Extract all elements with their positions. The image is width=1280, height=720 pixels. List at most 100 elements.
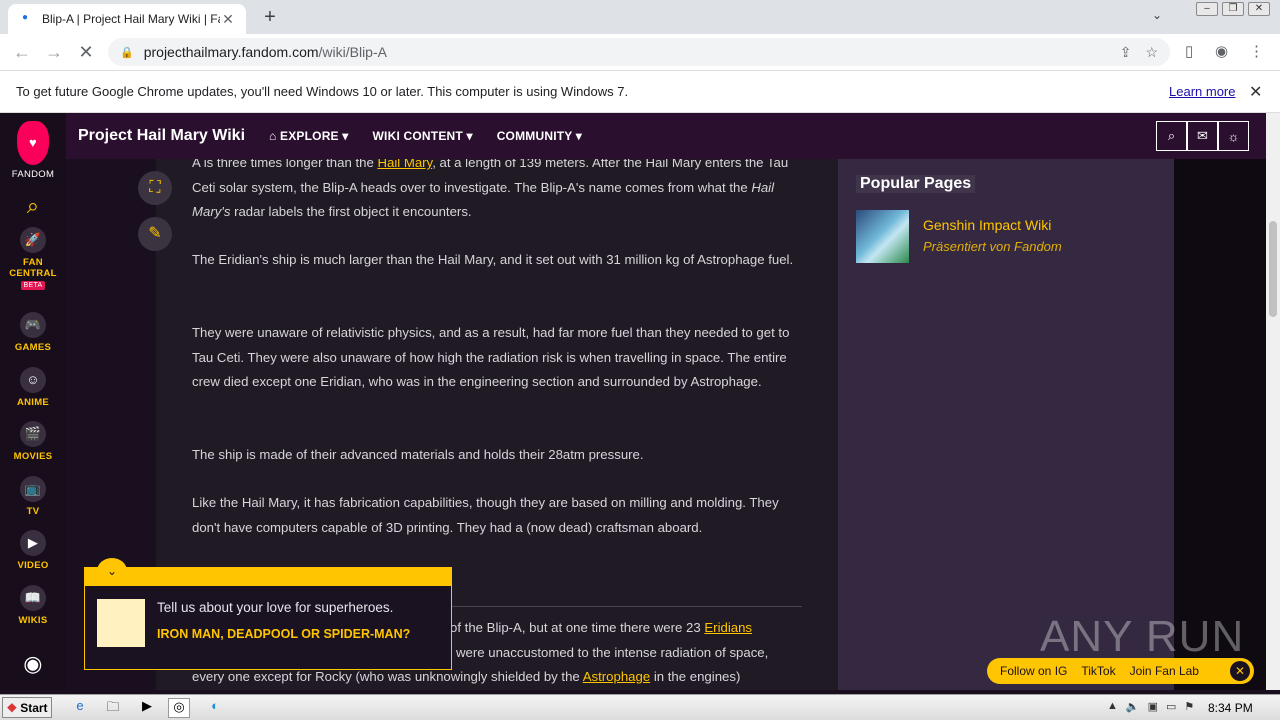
page-gutter xyxy=(1174,159,1266,690)
minimize-button[interactable]: – xyxy=(1196,2,1218,16)
edit-pencil-icon[interactable]: ✎ xyxy=(138,217,172,251)
ie-icon[interactable]: e xyxy=(69,698,91,718)
anime-face-icon: ☺ xyxy=(20,367,46,393)
eridians-link[interactable]: Eridians xyxy=(704,620,752,635)
wiki-content-menu[interactable]: WIKI CONTENT ▾ xyxy=(373,129,473,143)
forward-icon[interactable]: → xyxy=(43,42,65,63)
text: radar labels the first object it encount… xyxy=(230,204,472,219)
popular-page-title[interactable]: Genshin Impact Wiki xyxy=(923,217,1051,233)
tab-close-icon[interactable]: ✕ xyxy=(220,11,236,28)
tab-strip: ● Blip-A | Project Hail Mary Wiki | Fand… xyxy=(0,0,1280,34)
loading-icon: ● xyxy=(21,12,29,23)
movies-label: MOVIES xyxy=(13,451,53,462)
chrome-icon[interactable]: ◎ xyxy=(168,698,190,718)
rail-video[interactable]: ▶ VIDEO xyxy=(0,530,66,571)
fan-lab-link[interactable]: Join Fan Lab xyxy=(1130,664,1199,678)
games-label: GAMES xyxy=(14,342,52,353)
window-controls: – ❐ ✕ xyxy=(1196,2,1270,16)
new-tab-button[interactable]: + xyxy=(258,6,282,28)
search-icon[interactable]: ⌕ xyxy=(0,193,66,219)
text: of the Blip-A, but at one time there wer… xyxy=(450,620,705,635)
tab-search-icon[interactable]: ⌄ xyxy=(1152,8,1162,22)
wiki-search-icon[interactable]: ⌕ xyxy=(1156,121,1187,151)
tray-expand-icon[interactable]: ▲ xyxy=(1107,700,1118,713)
close-window-button[interactable]: ✕ xyxy=(1248,2,1270,16)
start-button[interactable]: ❖ Start xyxy=(2,697,52,718)
address-bar[interactable]: 🔒 projecthailmary.fandom.com/wiki/Blip-A… xyxy=(108,38,1170,66)
stop-icon[interactable]: ✕ xyxy=(75,42,97,63)
fullscreen-icon[interactable]: ⛶ xyxy=(138,171,172,205)
wikis-label: WIKIS xyxy=(18,615,48,626)
folder-icon[interactable]: 🗀 xyxy=(102,698,124,718)
share-icon[interactable]: ⇪ xyxy=(1120,44,1132,61)
taskbar-clock: 8:34 PM xyxy=(1208,701,1253,715)
paragraph: of the Blip-A, but at one time there wer… xyxy=(450,616,810,641)
user-account-icon[interactable]: ◉ xyxy=(0,651,66,677)
restore-button[interactable]: ❐ xyxy=(1222,2,1244,16)
popular-page-sponsor: Präsentiert von Fandom xyxy=(923,239,1062,254)
tv-label: TV xyxy=(26,506,40,517)
windows-taskbar: ❖ Start e 🗀 ▶ ◎ ◐ ▲ 🔈 ▣ ▭ ⚑ 8:34 PM xyxy=(0,694,1280,720)
bookmark-star-icon[interactable]: ☆ xyxy=(1145,44,1158,61)
network-icon[interactable]: ▣ xyxy=(1148,700,1158,713)
paragraph: The Eridian's ship is much larger than t… xyxy=(192,252,794,267)
infobar-close-icon[interactable]: ✕ xyxy=(1249,82,1262,102)
rocket-icon: 🚀 xyxy=(20,227,46,253)
explore-menu[interactable]: ⌂ EXPLORE ▾ xyxy=(269,129,349,143)
quiz-popup: ⌄ Tell us about your love for superheroe… xyxy=(84,558,452,670)
action-center-icon[interactable]: ▭ xyxy=(1166,700,1176,713)
wiki-header: Project Hail Mary Wiki ⌂ EXPLORE ▾ WIKI … xyxy=(66,113,1266,159)
back-icon[interactable]: ← xyxy=(11,42,33,63)
lock-icon[interactable]: 🔒 xyxy=(120,46,134,59)
tiktok-link[interactable]: TikTok xyxy=(1081,664,1115,678)
paragraph: Like the Hail Mary, it has fabrication c… xyxy=(192,495,779,535)
tv-icon: 📺 xyxy=(20,476,46,502)
edge-icon[interactable]: ◐ xyxy=(204,698,226,718)
community-menu[interactable]: COMMUNITY ▾ xyxy=(497,129,582,143)
learn-more-link[interactable]: Learn more xyxy=(1169,84,1235,99)
wiki-tools: ⌕ ✉ ☼ xyxy=(1156,121,1249,151)
media-player-icon[interactable]: ▶ xyxy=(136,698,158,718)
start-label: Start xyxy=(20,700,48,715)
explore-icon: ⌂ xyxy=(269,129,281,143)
follow-ig-link[interactable]: Follow on IG xyxy=(1000,664,1067,678)
theme-toggle-icon[interactable]: ☼ xyxy=(1218,121,1249,151)
collapse-chevron-icon[interactable]: ⌄ xyxy=(97,558,127,584)
fandom-label: FANDOM xyxy=(11,169,55,180)
fandom-logo[interactable]: ♥ FANDOM xyxy=(0,121,66,180)
quiz-answer-link[interactable]: IRON MAN, DEADPOOL OR SPIDER-MAN? xyxy=(157,626,427,642)
scrollbar-thumb[interactable] xyxy=(1269,221,1277,317)
rail-movies[interactable]: 🎬 MOVIES xyxy=(0,421,66,462)
rail-games[interactable]: 🎮 GAMES xyxy=(0,312,66,353)
astrophage-link[interactable]: Astrophage xyxy=(583,669,650,684)
tab-title: Blip-A | Project Hail Mary Wiki | Fandom xyxy=(42,12,220,26)
flag-icon[interactable]: ⚑ xyxy=(1184,700,1194,713)
close-icon[interactable]: ✕ xyxy=(1230,661,1250,681)
fandom-heart-icon: ♥ xyxy=(17,121,49,165)
quiz-question: Tell us about your love for superheroes. xyxy=(157,600,394,615)
play-icon: ▶ xyxy=(20,530,46,556)
quiz-header xyxy=(85,568,451,586)
volume-icon[interactable]: 🔈 xyxy=(1126,700,1140,713)
genshin-thumbnail[interactable] xyxy=(856,210,909,263)
hail-mary-link[interactable]: Hail Mary xyxy=(377,159,432,170)
rail-wikis[interactable]: 📖 WIKIS xyxy=(0,585,66,626)
anime-label: ANIME xyxy=(16,397,50,408)
popular-pages-heading: Popular Pages xyxy=(856,175,976,193)
paragraph: They were unaware of relativistic physic… xyxy=(192,325,790,389)
text: every one except for Rocky (who was unkn… xyxy=(192,669,583,684)
paragraph: were unaccustomed to the intense radiati… xyxy=(456,645,769,660)
wiki-title[interactable]: Project Hail Mary Wiki xyxy=(78,127,245,145)
menu-icon[interactable]: ⋮ xyxy=(1249,42,1264,60)
text: A is three times longer than the xyxy=(192,159,378,170)
discussions-icon[interactable]: ✉ xyxy=(1187,121,1218,151)
browser-tab[interactable]: ● Blip-A | Project Hail Mary Wiki | Fand… xyxy=(8,4,246,34)
profile-icon[interactable]: ◉ xyxy=(1215,42,1228,60)
rail-anime[interactable]: ☺ ANIME xyxy=(0,367,66,408)
paragraph-intro: A is three times longer than the Hail Ma… xyxy=(192,159,807,225)
rail-fan-central[interactable]: 🚀 FAN CENTRAL BETA xyxy=(0,227,66,290)
rail-tv[interactable]: 📺 TV xyxy=(0,476,66,517)
page-scrollbar[interactable] xyxy=(1266,113,1280,690)
side-panel-icon[interactable]: ▯ xyxy=(1185,42,1193,60)
browser-toolbar: ← → ✕ 🔒 projecthailmary.fandom.com/wiki/… xyxy=(0,34,1280,71)
